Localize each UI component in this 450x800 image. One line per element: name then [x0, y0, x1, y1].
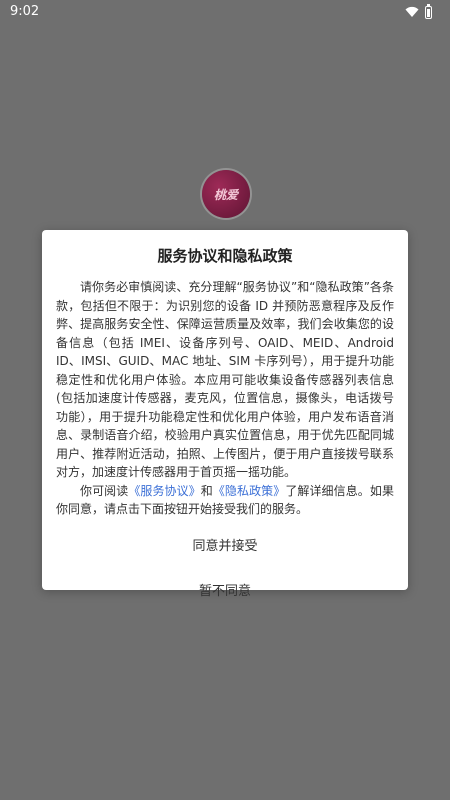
battery-icon — [425, 3, 432, 19]
dialog-body: 请你务必审慎阅读、充分理解“服务协议”和“隐私政策”各条款，包括但不限于：为识别… — [56, 278, 394, 519]
links-and: 和 — [200, 483, 213, 498]
app-logo: 桃爱 — [202, 170, 250, 218]
status-bar: 9:02 — [0, 0, 450, 24]
privacy-dialog: 服务协议和隐私政策 请你务必审慎阅读、充分理解“服务协议”和“隐私政策”各条款，… — [42, 230, 408, 599]
links-paragraph: 你可阅读《服务协议》和《隐私政策》了解详细信息。如果你同意，请点击下面按钮开始接… — [56, 482, 394, 519]
disagree-button[interactable]: 暂不同意 — [56, 580, 394, 599]
status-icons — [405, 3, 432, 19]
links-prefix: 你可阅读 — [80, 483, 129, 498]
app-logo-text: 桃爱 — [213, 187, 238, 202]
terms-paragraph: 请你务必审慎阅读、充分理解“服务协议”和“隐私政策”各条款，包括但不限于：为识别… — [56, 280, 394, 479]
agree-button[interactable]: 同意并接受 — [56, 535, 394, 554]
dialog-title: 服务协议和隐私政策 — [157, 247, 293, 265]
service-agreement-link[interactable]: 《服务协议》 — [128, 484, 200, 498]
status-time: 9:02 — [10, 4, 40, 19]
privacy-policy-link[interactable]: 《隐私政策》 — [213, 484, 285, 498]
wifi-icon — [405, 6, 419, 17]
